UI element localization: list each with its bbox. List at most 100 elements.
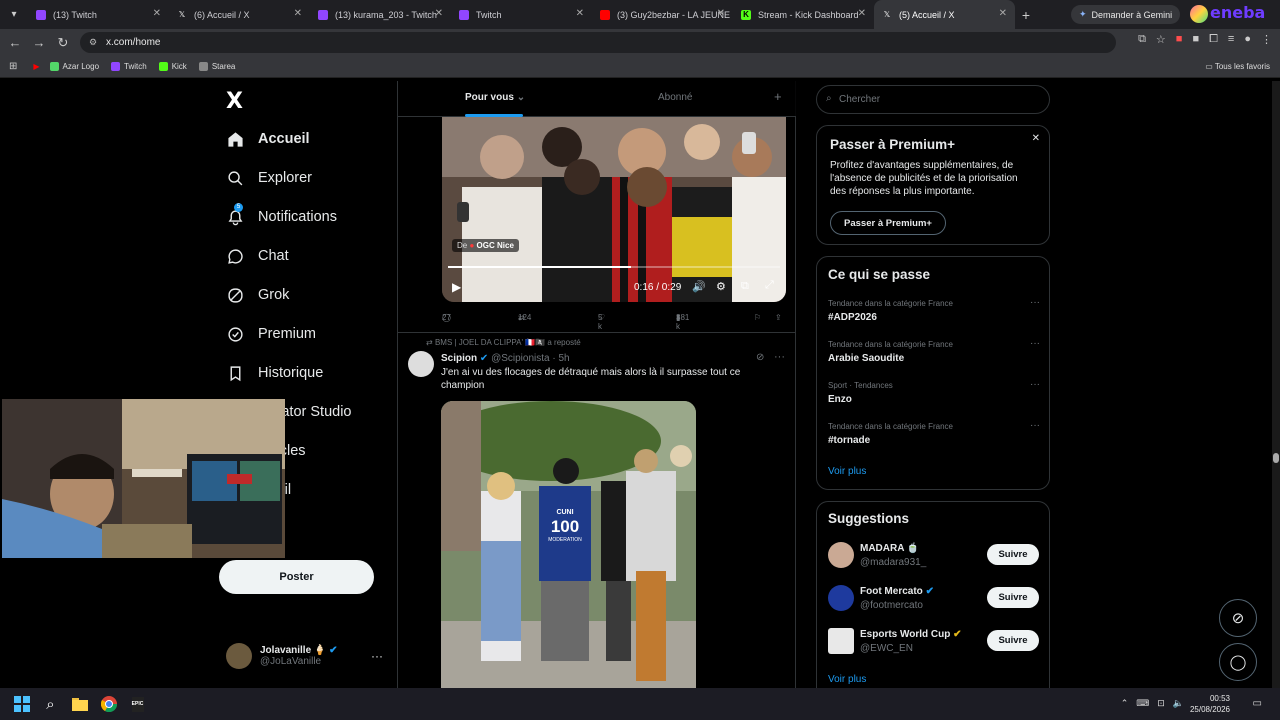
speaker-icon[interactable]: 🔈 xyxy=(1173,698,1184,709)
network-icon[interactable]: ⊡ xyxy=(1157,698,1165,709)
video-progress-bar[interactable] xyxy=(448,266,780,268)
profile-avatar-icon[interactable]: ● xyxy=(1244,33,1251,46)
follow-button[interactable]: Suivre xyxy=(987,587,1039,608)
fullscreen-icon[interactable]: ⤢ xyxy=(765,279,774,292)
nav-home[interactable]: Accueil xyxy=(226,130,310,148)
follow-button[interactable]: Suivre xyxy=(987,544,1039,565)
back-icon[interactable]: ← xyxy=(3,35,27,50)
epic-games-icon[interactable]: EPIC xyxy=(123,688,152,720)
browser-tab[interactable]: (13) kurama_203 - Twitch ✕ xyxy=(310,0,451,29)
nav-grok[interactable]: Grok xyxy=(226,286,289,304)
page-scrollbar[interactable] xyxy=(1272,81,1280,688)
menu-icon[interactable]: ⋮ xyxy=(1261,33,1272,46)
play-icon[interactable]: ▶ xyxy=(452,280,461,294)
trend-item[interactable]: Tendance dans la catégorie France #tornad… xyxy=(828,420,1040,446)
suggestions-more-link[interactable]: Voir plus xyxy=(828,674,866,685)
install-icon[interactable]: ⧉ xyxy=(1138,33,1146,46)
repost-context[interactable]: ⇄ BMS | JOEL DA CLIPPA' 🇫🇷🏴‍☠️ a reposté xyxy=(426,338,581,347)
browser-tab[interactable]: K Stream - Kick Dashboard ✕ xyxy=(733,0,874,29)
bookmark-item[interactable]: Twitch xyxy=(111,62,147,71)
all-bookmarks[interactable]: ▭ Tous les favoris xyxy=(1205,62,1270,71)
nav-notifications[interactable]: 5 Notifications xyxy=(226,203,337,226)
trend-item[interactable]: Tendance dans la catégorie France Arabie … xyxy=(828,338,1040,364)
search-input[interactable]: ⌕ Chercher xyxy=(816,85,1050,114)
tweet-photo[interactable]: CUNI 100 MODERATION xyxy=(441,401,696,688)
bookmark-item[interactable]: Kick xyxy=(158,62,187,71)
follow-button[interactable]: Suivre xyxy=(987,630,1039,651)
media-icon[interactable]: ≡ xyxy=(1228,33,1234,46)
settings-icon[interactable]: ⚙ xyxy=(716,280,726,293)
windows-start-icon[interactable] xyxy=(7,688,36,720)
nav-explore[interactable]: Explorer xyxy=(226,169,312,187)
chevron-up-icon[interactable]: ⌃ xyxy=(1121,698,1129,709)
file-explorer-icon[interactable] xyxy=(65,688,94,720)
tweet-handle[interactable]: @Scipionista xyxy=(491,353,550,364)
browser-tab[interactable]: Twitch ✕ xyxy=(451,0,592,29)
avatar[interactable] xyxy=(408,351,434,377)
extensions-icon[interactable]: ⧠ xyxy=(1209,33,1218,46)
tab-search-dropdown[interactable]: ▾ xyxy=(0,0,28,29)
more-icon[interactable]: ··· xyxy=(1030,420,1040,431)
browser-tab[interactable]: (3) Guy2bezbar - LA JEUNE ✕ xyxy=(592,0,733,29)
youtube-bookmark-icon[interactable]: ▶ xyxy=(33,62,39,71)
trends-more-link[interactable]: Voir plus xyxy=(828,466,866,477)
extension-red-icon[interactable]: ■ xyxy=(1176,33,1183,46)
close-icon[interactable]: ✕ xyxy=(435,8,443,19)
taskbar-clock[interactable]: 00:53 25/08/2026 xyxy=(1190,693,1230,715)
more-icon[interactable]: ··· xyxy=(371,649,383,663)
bookmark-item[interactable]: Starea xyxy=(198,62,235,71)
pip-icon[interactable]: ⧉ xyxy=(741,280,749,293)
close-icon[interactable]: ✕ xyxy=(576,8,584,19)
suggestion-item[interactable]: Esports World Cup ✔ @EWC_EN Suivre xyxy=(828,628,1040,658)
scrollbar-thumb[interactable] xyxy=(1273,453,1279,463)
premium-button[interactable]: Passer à Premium+ xyxy=(830,211,946,235)
gemini-button[interactable]: ✦ Demander à Gemini xyxy=(1071,5,1181,24)
address-bar[interactable]: ⚙ x.com/home xyxy=(80,32,1116,53)
eneba-logo[interactable]: eneba xyxy=(1190,3,1265,23)
account-switcher[interactable]: Jolavanille 🍦 ✔ @JoLaVanille xyxy=(226,643,338,669)
tab-following[interactable]: Abonné xyxy=(658,92,692,103)
bookmark-item[interactable]: Azar Logo xyxy=(49,62,99,71)
extension-gray-icon[interactable]: ■ xyxy=(1192,33,1199,46)
browser-tab[interactable]: (13) Twitch ✕ xyxy=(28,0,169,29)
grok-icon[interactable]: ⊘ xyxy=(756,352,764,363)
suggestion-item[interactable]: Foot Mercato ✔ @footmercato Suivre xyxy=(828,585,1040,615)
suggestion-item[interactable]: MADARA 🍵 @madara931_ Suivre xyxy=(828,542,1040,572)
site-info-icon[interactable]: ⚙ xyxy=(89,37,97,48)
messages-float-button[interactable]: ◯ xyxy=(1219,643,1257,681)
forward-icon[interactable]: → xyxy=(27,35,51,50)
more-icon[interactable]: ··· xyxy=(1030,297,1040,308)
browser-tab[interactable]: 𝕏 (6) Accueil / X ✕ xyxy=(169,0,310,29)
close-icon[interactable]: ✕ xyxy=(1032,133,1040,144)
close-icon[interactable]: ✕ xyxy=(858,8,866,19)
trend-item[interactable]: Tendance dans la catégorie France #ADP202… xyxy=(828,297,1040,323)
tweet-author[interactable]: Scipion xyxy=(441,353,477,364)
close-icon[interactable]: ✕ xyxy=(153,8,161,19)
tab-for-you[interactable]: Pour vous ⌄ xyxy=(465,92,525,103)
share-icon[interactable]: ⇪ xyxy=(775,313,782,322)
reload-icon[interactable]: ↻ xyxy=(51,35,75,51)
close-icon[interactable]: ✕ xyxy=(717,8,725,19)
apps-icon[interactable]: ⊞ xyxy=(9,61,17,72)
star-icon[interactable]: ☆ xyxy=(1156,33,1166,46)
notification-center-icon[interactable]: ▭ xyxy=(1253,698,1262,709)
search-icon[interactable]: ⌕ xyxy=(36,688,65,720)
trend-item[interactable]: Sport · Tendances Enzo ··· xyxy=(828,379,1040,405)
bookmark-action-icon[interactable]: ⚐ xyxy=(754,313,761,322)
close-icon[interactable]: ✕ xyxy=(294,8,302,19)
nav-chat[interactable]: Chat xyxy=(226,247,289,265)
more-icon[interactable]: ··· xyxy=(1030,338,1040,349)
x-logo[interactable]: X xyxy=(226,89,243,114)
new-tab-button[interactable]: + xyxy=(1015,7,1037,23)
more-icon[interactable]: ··· xyxy=(1030,379,1040,390)
close-icon[interactable]: ✕ xyxy=(999,8,1007,19)
keyboard-icon[interactable]: ⌨ xyxy=(1136,698,1149,709)
post-button[interactable]: Poster xyxy=(219,560,374,594)
more-icon[interactable]: ··· xyxy=(774,351,785,363)
tweet-time[interactable]: 5h xyxy=(558,353,569,364)
volume-icon[interactable]: 🔊 xyxy=(692,280,706,293)
nav-premium[interactable]: Premium xyxy=(226,325,316,343)
chrome-icon[interactable] xyxy=(94,688,123,720)
grok-float-button[interactable]: ⊘ xyxy=(1219,599,1257,637)
browser-tab-active[interactable]: 𝕏 (5) Accueil / X ✕ xyxy=(874,0,1015,29)
